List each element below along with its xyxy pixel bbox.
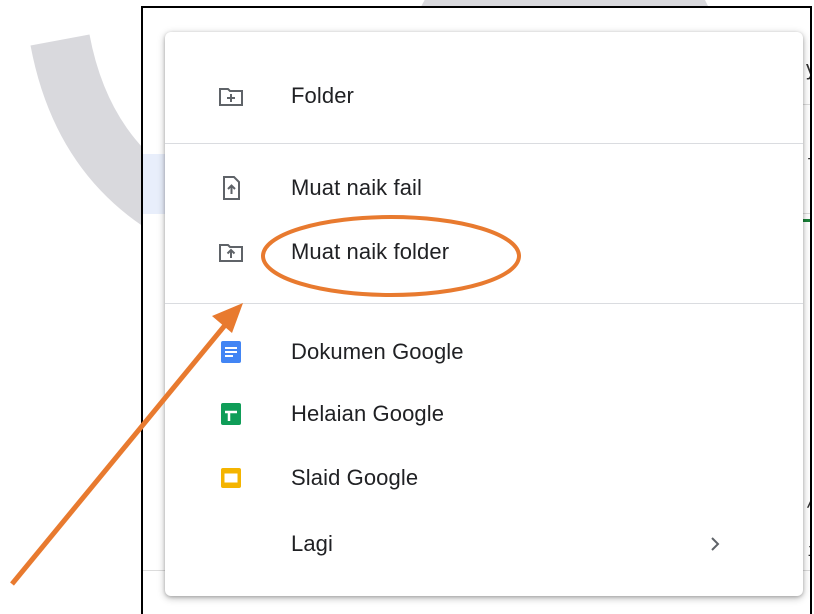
chevron-right-icon (711, 537, 720, 551)
menu-divider (165, 303, 803, 304)
new-item-menu: Folder Muat naik fail Muat naik folder D… (165, 32, 803, 596)
menu-item-upload-folder[interactable]: Muat naik folder (165, 224, 803, 280)
menu-item-google-sheets[interactable]: Helaian Google (165, 386, 803, 442)
menu-item-upload-file[interactable]: Muat naik fail (165, 160, 803, 216)
truncated-text: y (805, 56, 810, 80)
menu-item-google-slides[interactable]: Slaid Google (165, 450, 803, 506)
menu-item-label: Folder (291, 83, 354, 108)
new-folder-icon (219, 88, 243, 106)
menu-item-label: Muat naik fail (291, 175, 423, 200)
menu-item-google-docs[interactable]: Dokumen Google (165, 324, 803, 380)
google-docs-icon (221, 341, 241, 363)
google-sheets-icon (221, 403, 241, 425)
file-thumbnail-bar (803, 219, 810, 222)
menu-item-more[interactable]: Lagi (165, 516, 803, 572)
file-upload-icon (223, 176, 240, 200)
folder-upload-icon (219, 244, 243, 262)
menu-item-folder[interactable]: Folder (165, 68, 803, 124)
menu-item-label: Helaian Google (291, 401, 445, 426)
truncated-text: i (807, 540, 810, 561)
google-slides-icon (221, 468, 241, 488)
truncated-text: t (807, 152, 810, 173)
truncated-text: / (806, 490, 810, 511)
menu-divider (165, 143, 803, 144)
menu-item-label: Muat naik folder (291, 239, 450, 264)
menu-item-label: Slaid Google (291, 465, 419, 490)
menu-item-label: Dokumen Google (291, 339, 464, 364)
menu-item-label: Lagi (291, 531, 333, 556)
